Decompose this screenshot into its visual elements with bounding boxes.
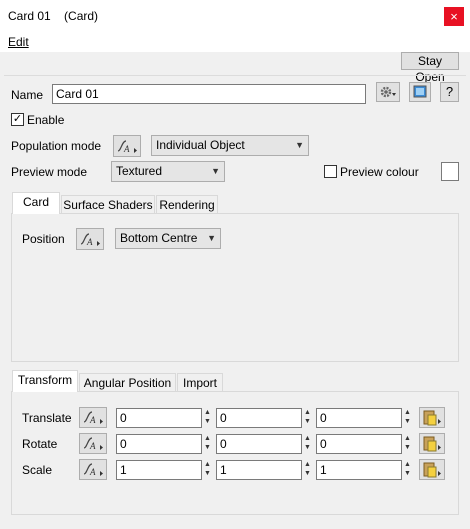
scale-y-spinner[interactable]: ▲ ▼	[302, 460, 313, 480]
translate-y-input[interactable]: 0	[216, 408, 302, 428]
position-label: Position	[22, 232, 65, 246]
clipboard-paste-icon	[423, 436, 441, 452]
preview-colour-label: Preview colour	[340, 165, 419, 179]
function-curve-icon: A	[83, 437, 103, 451]
rotate-z-input[interactable]: 0	[316, 434, 402, 454]
gear-dropdown-icon	[380, 86, 396, 98]
rotate-y-input[interactable]: 0	[216, 434, 302, 454]
position-select[interactable]: Bottom Centre ▼	[115, 228, 221, 249]
enable-checkbox[interactable]: ✓	[11, 113, 24, 126]
tab-rendering[interactable]: Rendering	[156, 195, 218, 214]
rotate-function-button[interactable]: A	[79, 433, 107, 454]
translate-x-input[interactable]: 0	[116, 408, 202, 428]
clipboard-paste-icon	[423, 410, 441, 426]
preview-colour-swatch[interactable]	[441, 162, 459, 181]
function-curve-icon: A	[80, 233, 100, 247]
translate-label: Translate	[22, 411, 72, 425]
translate-y-spinner[interactable]: ▲ ▼	[302, 408, 313, 428]
tab-import[interactable]: Import	[177, 373, 223, 392]
preview-window-icon	[413, 85, 427, 98]
position-value: Bottom Centre	[120, 231, 198, 245]
settings-button[interactable]	[376, 82, 400, 102]
separator	[4, 75, 466, 76]
scale-z-spinner[interactable]: ▲ ▼	[402, 460, 413, 480]
population-mode-select[interactable]: Individual Object ▼	[151, 135, 309, 156]
menu-edit[interactable]: Edit	[8, 35, 29, 49]
tab-surface-shaders[interactable]: Surface Shaders	[61, 195, 155, 214]
population-mode-value: Individual Object	[156, 138, 245, 152]
menu-bar	[0, 32, 470, 52]
close-button[interactable]: ×	[444, 7, 464, 26]
svg-text:A: A	[89, 441, 96, 451]
tab-angular-position[interactable]: Angular Position	[79, 373, 176, 392]
svg-text:A: A	[89, 415, 96, 425]
name-label: Name	[11, 88, 44, 102]
scale-x-spinner[interactable]: ▲ ▼	[202, 460, 213, 480]
preview-colour-checkbox[interactable]	[324, 165, 337, 178]
translate-x-spinner[interactable]: ▲ ▼	[202, 408, 213, 428]
help-button[interactable]: ?	[440, 82, 459, 102]
chevron-down-icon: ▼	[295, 140, 304, 150]
scale-z-input[interactable]: 1	[316, 460, 402, 480]
window-title: Card 01 (Card)	[8, 9, 99, 23]
translate-paste-button[interactable]	[419, 407, 445, 428]
preview-mode-select[interactable]: Textured ▼	[111, 161, 225, 182]
svg-text:A: A	[86, 237, 93, 247]
name-input[interactable]: Card 01	[52, 84, 366, 104]
scale-paste-button[interactable]	[419, 459, 445, 480]
population-mode-label: Population mode	[11, 139, 102, 153]
stay-open-button[interactable]: Stay Open	[401, 52, 459, 84]
scale-x-input[interactable]: 1	[116, 460, 202, 480]
tab-card[interactable]: Card	[12, 192, 60, 214]
chevron-down-icon: ▼	[211, 166, 220, 176]
population-function-button[interactable]: A	[113, 135, 141, 157]
rotate-y-spinner[interactable]: ▲ ▼	[302, 434, 313, 454]
rotate-x-spinner[interactable]: ▲ ▼	[202, 434, 213, 454]
translate-function-button[interactable]: A	[79, 407, 107, 428]
preview-mode-label: Preview mode	[11, 165, 88, 179]
scale-label: Scale	[22, 463, 53, 477]
rotate-z-spinner[interactable]: ▲ ▼	[402, 434, 413, 454]
chevron-down-icon: ▼	[207, 233, 216, 243]
rotate-x-input[interactable]: 0	[116, 434, 202, 454]
enable-label: Enable	[27, 113, 65, 127]
svg-text:A: A	[123, 144, 130, 154]
preview-window-button[interactable]	[409, 82, 431, 102]
svg-text:A: A	[89, 467, 96, 477]
rotate-paste-button[interactable]	[419, 433, 445, 454]
function-curve-icon: A	[83, 411, 103, 425]
rotate-label: Rotate	[22, 437, 58, 451]
scale-function-button[interactable]: A	[79, 459, 107, 480]
tab-transform[interactable]: Transform	[12, 370, 78, 392]
translate-z-input[interactable]: 0	[316, 408, 402, 428]
function-curve-icon: A	[117, 140, 137, 154]
function-curve-icon: A	[83, 463, 103, 477]
position-function-button[interactable]: A	[76, 228, 104, 250]
translate-z-spinner[interactable]: ▲ ▼	[402, 408, 413, 428]
scale-y-input[interactable]: 1	[216, 460, 302, 480]
clipboard-paste-icon	[423, 462, 441, 478]
preview-mode-value: Textured	[116, 164, 163, 178]
